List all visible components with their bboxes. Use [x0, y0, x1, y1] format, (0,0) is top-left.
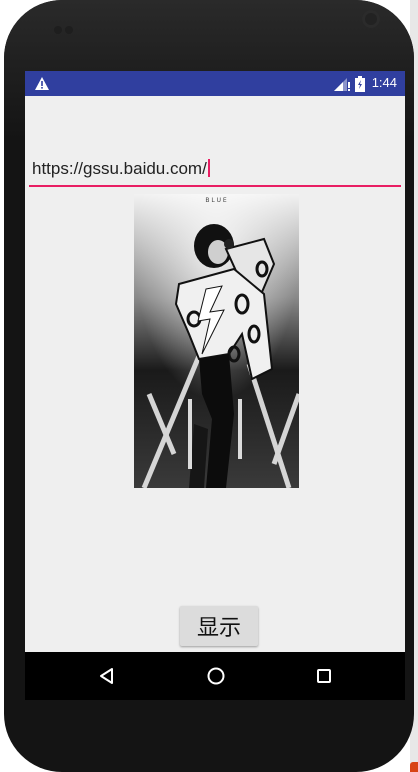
text-cursor — [207, 159, 210, 177]
corner-badge — [410, 762, 418, 772]
show-button[interactable]: 显示 — [180, 606, 258, 646]
back-triangle-icon[interactable] — [94, 664, 120, 688]
url-input[interactable]: https://gssu.baidu.com/ — [29, 155, 401, 187]
recents-square-icon[interactable] — [311, 664, 337, 688]
status-bar: 1:44 — [25, 71, 405, 96]
phone-screen: 1:44 https://gssu.baidu.com/ B L U E 显示 — [25, 71, 405, 700]
navigation-bar — [25, 652, 405, 700]
speaker-grille — [54, 12, 74, 34]
url-input-value: https://gssu.baidu.com/ — [32, 159, 207, 178]
home-circle-icon[interactable] — [203, 664, 229, 688]
photo-top-text: B L U E — [205, 197, 227, 204]
status-time: 1:44 — [371, 75, 397, 90]
warning-icon — [35, 77, 49, 90]
front-camera-icon — [362, 10, 380, 28]
url-input-underline — [29, 185, 401, 187]
loaded-photo: B L U E — [134, 194, 299, 488]
signal-icon — [334, 78, 350, 91]
battery-icon — [355, 76, 365, 92]
phone-frame: 1:44 https://gssu.baidu.com/ B L U E 显示 — [4, 0, 414, 772]
